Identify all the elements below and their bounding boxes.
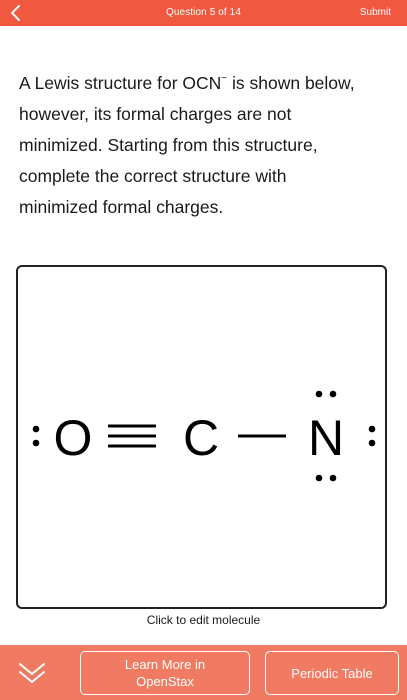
lone-pair-dot (32, 439, 40, 447)
question-counter: Question 5 of 14 (166, 7, 241, 18)
atom-n[interactable]: N (308, 410, 344, 466)
lone-pair-dot (315, 474, 323, 482)
question-line-3: minimized. Starting from this structure, (19, 135, 318, 155)
atom-c[interactable]: C (183, 410, 219, 466)
submit-button[interactable]: Submit (360, 7, 391, 18)
lone-pair-dot (315, 390, 323, 398)
molecule-editor[interactable]: O C N (16, 265, 387, 609)
periodic-table-button[interactable]: Periodic Table (265, 651, 399, 695)
learn-more-line-1: Learn More in (124, 657, 206, 672)
learn-more-line-2: OpenStax (136, 674, 194, 689)
lone-pair-dot (368, 439, 376, 447)
question-text: A Lewis structure for OCN− is shown belo… (19, 68, 397, 223)
bottom-bar: Learn More in OpenStax Periodic Table (0, 645, 407, 700)
triple-bond[interactable] (108, 424, 156, 448)
lone-pair-dot (329, 474, 337, 482)
question-line-2: however, its formal charges are not (19, 104, 292, 124)
question-line-4: complete the correct structure with (19, 166, 287, 186)
lone-pair-dot (368, 425, 376, 433)
atom-o[interactable]: O (54, 410, 93, 466)
learn-more-openstax-button[interactable]: Learn More in OpenStax (80, 651, 250, 695)
top-bar: Question 5 of 14 Submit (0, 0, 407, 26)
double-chevron-down-icon[interactable] (16, 659, 48, 687)
lewis-structure[interactable]: O C N (18, 267, 385, 607)
edit-molecule-caption: Click to edit molecule (146, 613, 261, 627)
question-line-1: A Lewis structure for OCN− is shown belo… (19, 73, 355, 93)
lone-pair-dot (32, 425, 40, 433)
lone-pair-dot (329, 390, 337, 398)
question-line-5: minimized formal charges. (19, 197, 224, 217)
charge-superscript: − (221, 73, 228, 85)
